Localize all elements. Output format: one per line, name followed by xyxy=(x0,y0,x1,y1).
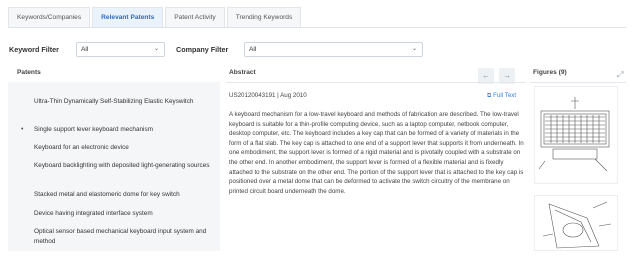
external-link-icon: ⧉ xyxy=(487,92,492,99)
tab-trending-keywords[interactable]: Trending Keywords xyxy=(226,7,302,27)
patent-figure-2[interactable] xyxy=(534,195,618,251)
full-text-label: Full Text xyxy=(493,92,517,99)
abstract-text: A keyboard mechanism for a low-travel ke… xyxy=(229,111,524,195)
chevron-down-icon: ⌄ xyxy=(153,46,159,52)
patent-item[interactable]: Keyboard backlighting with deposited lig… xyxy=(34,161,216,171)
patent-item-selected[interactable]: • Single support lever keyboard mechanis… xyxy=(21,125,216,135)
tab-divider xyxy=(8,27,626,28)
patent-title: Stacked metal and elastomeric dome for k… xyxy=(34,191,180,198)
figures-heading: Figures (9) xyxy=(533,69,567,76)
patent-item[interactable]: Optical sensor based mechanical keyboard… xyxy=(34,227,216,246)
patent-item[interactable]: Ultra-Thin Dynamically Self-Stabilizing … xyxy=(34,97,216,107)
keyword-filter-label: Keyword Filter xyxy=(9,45,59,54)
patent-item[interactable]: Stacked metal and elastomeric dome for k… xyxy=(34,190,216,200)
patent-title: Optical sensor based mechanical keyboard… xyxy=(34,228,207,245)
keyword-filter-value: All xyxy=(81,46,89,53)
company-filter-select[interactable]: All ⌄ xyxy=(244,42,423,57)
full-text-link[interactable]: ⧉ Full Text xyxy=(487,92,516,100)
company-filter-value: All xyxy=(249,46,257,53)
patents-heading: Patents xyxy=(17,69,41,76)
abstract-heading: Abstract xyxy=(229,69,256,76)
patent-title: Ultra-Thin Dynamically Self-Stabilizing … xyxy=(34,98,194,105)
patent-title: Device having integrated interface syste… xyxy=(34,210,153,217)
company-filter-label: Company Filter xyxy=(176,45,229,54)
patent-title: Keyboard backlighting with deposited lig… xyxy=(34,162,210,169)
tab-bar: Keywords/Companies Relevant Patents Pate… xyxy=(8,7,303,27)
tab-relevant-patents[interactable]: Relevant Patents xyxy=(92,7,164,27)
patent-item[interactable]: Keyboard for an electronic device xyxy=(34,143,216,153)
keyword-filter-select[interactable]: All ⌄ xyxy=(76,42,165,57)
tab-keywords-companies[interactable]: Keywords/Companies xyxy=(8,7,91,27)
patent-item[interactable]: Device having integrated interface syste… xyxy=(34,209,216,219)
patent-meta: US20120043191 | Aug 2010 xyxy=(229,92,307,99)
patent-figure-1[interactable] xyxy=(534,86,618,184)
tab-patent-activity[interactable]: Patent Activity xyxy=(165,7,225,27)
chevron-down-icon: ⌄ xyxy=(411,46,417,52)
patent-title: Keyboard for an electronic device xyxy=(34,144,129,151)
figure-drawing-2 xyxy=(542,201,612,249)
figure-drawing-1 xyxy=(538,97,610,172)
figures-divider xyxy=(530,82,626,83)
patent-title: Single support lever keyboard mechanism xyxy=(34,126,153,133)
abstract-divider xyxy=(226,82,526,83)
selected-bullet-icon: • xyxy=(21,126,24,133)
expand-icon[interactable]: ⤢ xyxy=(617,70,623,80)
